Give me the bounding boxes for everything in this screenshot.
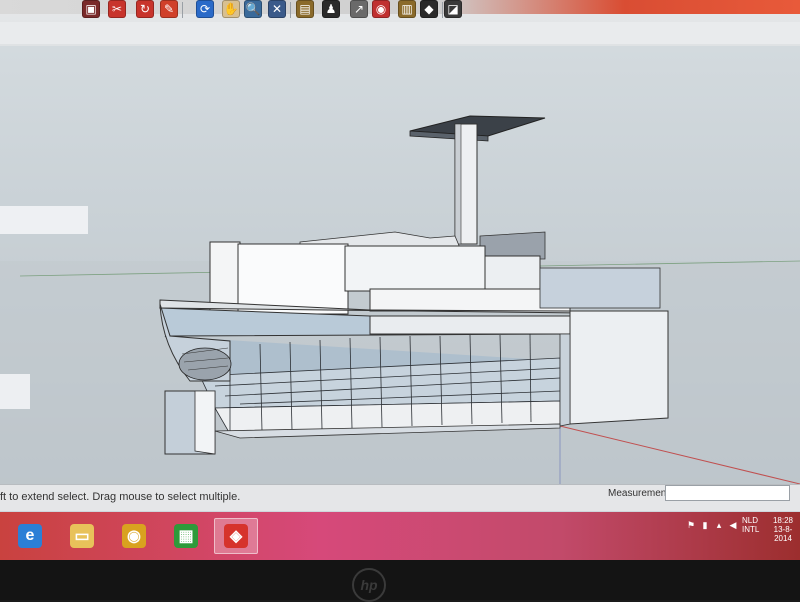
toolbar-separator bbox=[290, 2, 291, 18]
glare-panel bbox=[0, 206, 88, 234]
clock[interactable]: 18:28 13-8-2014 bbox=[766, 516, 800, 543]
volume-icon[interactable]: ◀ bbox=[728, 520, 738, 530]
toolbar: ▣ ✂ ↻ ✎ ⟳ ✋ 🔍 ✕ ▤ ♟ ↗ ◉ ▥ ◆ ◪ bbox=[0, 0, 800, 47]
monitor-bezel bbox=[0, 560, 800, 600]
orbit-icon[interactable]: ⟳ bbox=[196, 0, 214, 18]
modeling-viewport[interactable] bbox=[0, 46, 800, 484]
paint-icon[interactable]: ✎ bbox=[160, 0, 178, 18]
internet-explorer-icon: e bbox=[18, 524, 42, 548]
toolbar-row bbox=[0, 22, 800, 44]
zoom-icon[interactable]: 🔍 bbox=[244, 0, 262, 18]
internet-explorer-taskbar-button[interactable]: e bbox=[8, 518, 52, 554]
chrome-icon: ◉ bbox=[122, 524, 146, 548]
signal-icon[interactable]: ▴ bbox=[714, 520, 724, 530]
monitor-screen: ▣ ✂ ↻ ✎ ⟳ ✋ 🔍 ✕ ▤ ♟ ↗ ◉ ▥ ◆ ◪ ft to exte… bbox=[0, 0, 800, 560]
status-bar: ft to extend select. Drag mouse to selec… bbox=[0, 484, 800, 511]
zoom-extents-icon[interactable]: ✕ bbox=[268, 0, 286, 18]
section-plane-icon[interactable]: ▥ bbox=[398, 0, 416, 18]
cut-icon[interactable]: ✂ bbox=[108, 0, 126, 18]
superstructure bbox=[209, 231, 661, 315]
toolbar-separator bbox=[182, 2, 183, 18]
materials-icon[interactable]: ◪ bbox=[444, 0, 462, 18]
hp-logo: hp bbox=[352, 568, 386, 602]
pan-hand-icon[interactable]: ✋ bbox=[222, 0, 240, 18]
file-explorer-icon: ▭ bbox=[70, 524, 94, 548]
measurements-input[interactable] bbox=[665, 485, 790, 501]
network-icon[interactable]: ▮ bbox=[700, 520, 710, 530]
sketchup-icon: ◈ bbox=[224, 524, 248, 548]
status-hint-text: ft to extend select. Drag mouse to selec… bbox=[0, 491, 241, 503]
lookaround-icon[interactable]: ◉ bbox=[372, 0, 390, 18]
position-camera-icon[interactable]: ↗ bbox=[350, 0, 368, 18]
camera-icon[interactable]: ▤ bbox=[296, 0, 314, 18]
redo-icon[interactable]: ↻ bbox=[136, 0, 154, 18]
mast bbox=[409, 115, 546, 245]
store-taskbar-button[interactable]: ▦ bbox=[164, 518, 208, 554]
sketchup-taskbar-button[interactable]: ◈ bbox=[214, 518, 258, 554]
keyboard-layout: INTL bbox=[742, 525, 760, 534]
ship-model-canvas[interactable] bbox=[0, 46, 800, 484]
save-icon[interactable]: ▣ bbox=[82, 0, 100, 18]
windows-taskbar: e ▭ ◉ ▦ ◈ ⚑ ▮ ▴ ◀ NLD INTL 18:28 13-8-2014 bbox=[0, 512, 800, 560]
flag-icon[interactable]: ⚑ bbox=[686, 520, 696, 530]
chrome-taskbar-button[interactable]: ◉ bbox=[112, 518, 156, 554]
language-code: NLD bbox=[742, 516, 759, 525]
toolbar-separator bbox=[442, 2, 443, 18]
store-icon: ▦ bbox=[174, 524, 198, 548]
stern-block bbox=[559, 310, 669, 427]
language-indicator[interactable]: NLD INTL bbox=[742, 516, 759, 534]
clock-time: 18:28 bbox=[772, 516, 794, 525]
clock-date: 13-8-2014 bbox=[773, 525, 793, 543]
walk-icon[interactable]: ♟ bbox=[322, 0, 340, 18]
file-explorer-taskbar-button[interactable]: ▭ bbox=[60, 518, 104, 554]
component-icon[interactable]: ◆ bbox=[420, 0, 438, 18]
glare-panel-small bbox=[0, 374, 30, 409]
